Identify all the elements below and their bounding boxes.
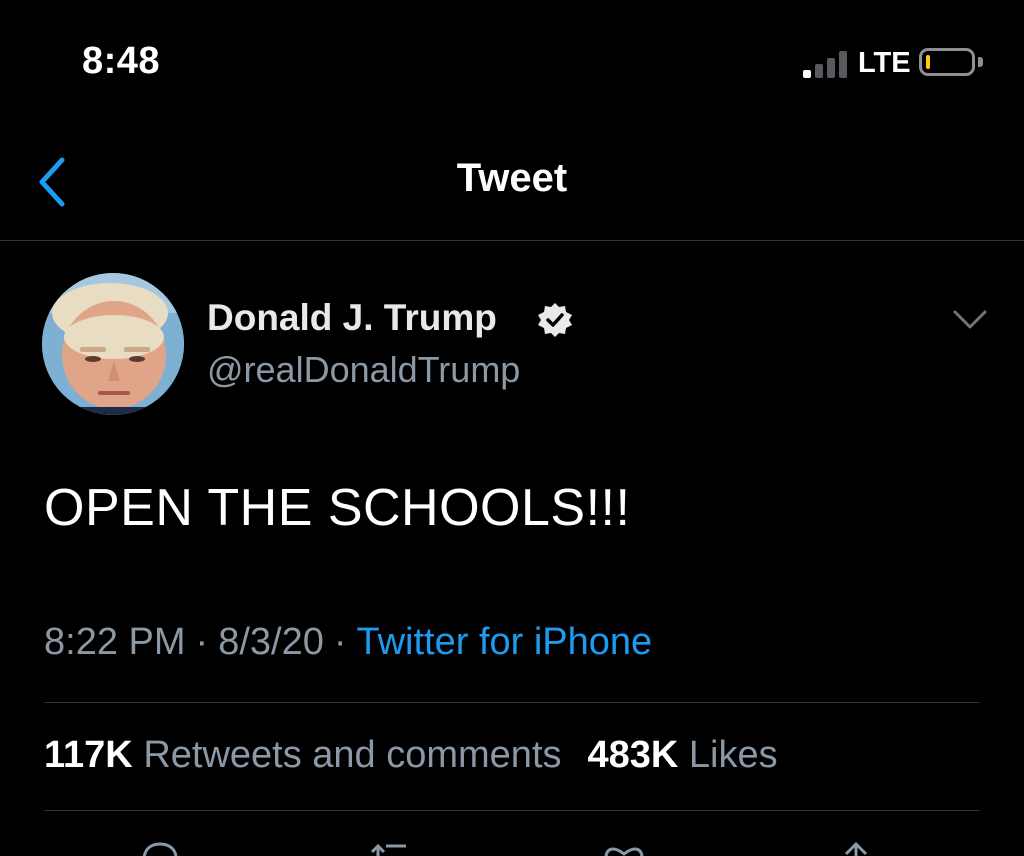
signal-bar <box>815 64 823 78</box>
retweets-label: Retweets and comments <box>143 734 562 776</box>
like-icon <box>604 847 644 856</box>
chevron-down-icon <box>953 310 987 329</box>
battery-fill <box>926 55 930 69</box>
meta-separator: · <box>195 621 209 663</box>
tweet-meta: 8:22 PM · 8/3/20 · Twitter for iPhone <box>44 621 652 664</box>
tweet-detail-screen: 8:48 LTE Tweet Donald J. Trump @realDona… <box>0 0 1024 856</box>
retweets-count: 117K <box>44 734 133 776</box>
share-icon <box>844 841 868 856</box>
tweet-text: OPEN THE SCHOOLS!!! <box>44 479 631 537</box>
retweet-button[interactable] <box>366 838 414 856</box>
cellular-signal-icon <box>803 50 851 78</box>
signal-bar <box>839 51 847 78</box>
tweet-source-link[interactable]: Twitter for iPhone <box>357 621 653 663</box>
author-name[interactable]: Donald J. Trump <box>207 297 497 339</box>
network-type: LTE <box>858 47 911 79</box>
meta-separator: · <box>333 621 347 663</box>
status-bar: 8:48 LTE <box>0 0 1024 120</box>
meta-divider <box>44 702 980 703</box>
avatar-image <box>42 273 184 415</box>
likes-label: Likes <box>688 734 778 776</box>
tweet-stats: 117K Retweets and comments 483K Likes <box>44 734 778 777</box>
author-handle[interactable]: @realDonaldTrump <box>207 349 520 391</box>
verified-badge-icon <box>538 303 572 337</box>
share-button[interactable] <box>832 838 880 856</box>
nav-divider <box>0 240 1024 241</box>
tweet-menu-button[interactable] <box>952 308 988 332</box>
signal-bar <box>803 70 811 78</box>
stats-divider <box>44 810 980 811</box>
page-title: Tweet <box>456 156 568 200</box>
reply-icon <box>142 842 178 856</box>
tweet-time: 8:22 PM <box>44 621 186 663</box>
status-time: 8:48 <box>82 40 161 82</box>
avatar[interactable] <box>42 273 184 415</box>
battery-icon <box>919 48 975 76</box>
reply-button[interactable] <box>136 838 184 856</box>
retweet-icon <box>370 843 406 856</box>
likes-count: 483K <box>587 734 679 776</box>
battery-cap <box>978 57 983 67</box>
likes-stat[interactable]: 483K Likes <box>588 734 778 776</box>
tweet-date: 8/3/20 <box>218 621 324 663</box>
signal-bar <box>827 58 835 78</box>
retweets-stat[interactable]: 117K Retweets and comments <box>44 734 562 776</box>
like-button[interactable] <box>600 838 648 856</box>
